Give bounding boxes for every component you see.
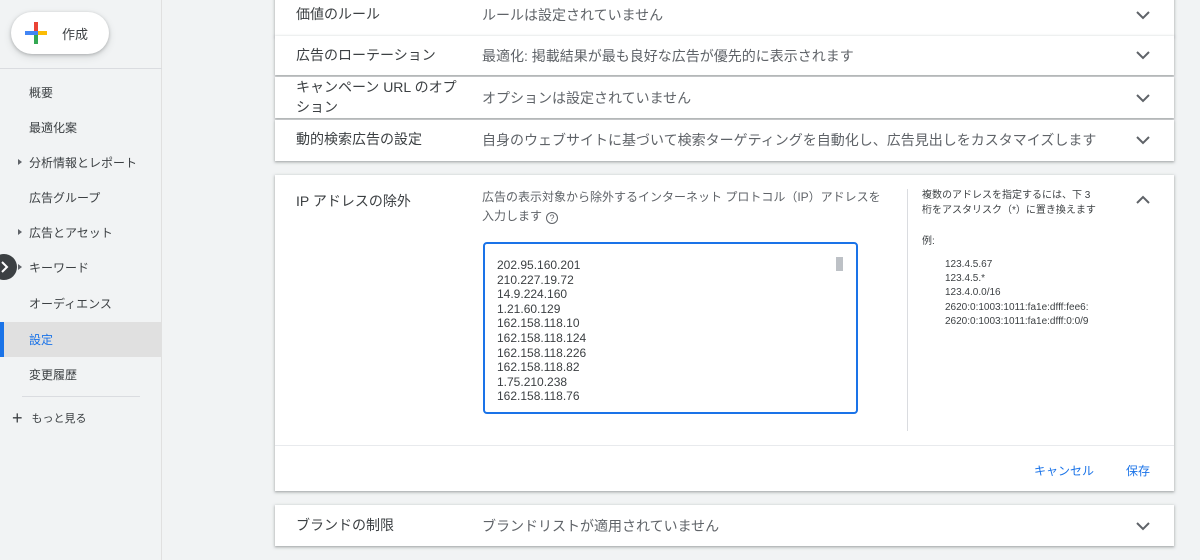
- divider: [907, 189, 908, 431]
- ip-address-line: 162.158.118.82: [497, 360, 580, 375]
- ip-address-line: 162.158.118.10: [497, 316, 580, 331]
- plus-icon: +: [12, 408, 23, 428]
- nav-item-label: 概要: [29, 86, 54, 100]
- setting-row-campaign-url-options[interactable]: キャンペーン URL のオプ ション オプションは設定されていません: [275, 77, 1174, 118]
- setting-value: ルールは設定されていません: [482, 7, 664, 23]
- nav-item-ads-assets[interactable]: 広告とアセット: [0, 215, 162, 250]
- nav-item-label: キーワード: [29, 261, 90, 275]
- nav-item-label: 設定: [29, 333, 54, 347]
- ip-address-line: 162.158.118.226: [497, 345, 587, 360]
- nav-item-overview[interactable]: 概要: [0, 75, 162, 110]
- help-icon[interactable]: ?: [546, 212, 559, 224]
- nav-item-audiences[interactable]: オーディエンス: [0, 286, 162, 321]
- chevron-up-icon[interactable]: [1135, 195, 1151, 205]
- nav-item-ad-groups[interactable]: 広告グループ: [0, 180, 162, 215]
- help-line: 桁をアスタリスク（*）に置き換えます: [922, 205, 1096, 216]
- expand-caret-icon: [18, 264, 22, 270]
- setting-title-line: キャンペーン URL のオプ: [296, 79, 457, 95]
- show-more-button[interactable]: + もっと見る: [12, 406, 87, 430]
- description-line: 広告の表示対象から除外するインターネット プロトコル（IP）アドレスを: [482, 190, 881, 204]
- show-more-label: もっと見る: [31, 413, 87, 425]
- setting-title: 動的検索広告の設定: [296, 131, 422, 147]
- example-item: 2620:0:1003:1011:fa1e:dfff:0:0/9: [945, 315, 1119, 329]
- example-item: 123.4.5.*: [945, 272, 1119, 286]
- nav-item-insights-reports[interactable]: 分析情報とレポート: [0, 145, 162, 180]
- ip-address-line: 210.227.19.72: [497, 272, 574, 287]
- chevron-down-icon[interactable]: [1135, 93, 1151, 103]
- example-item: 2620:0:1003:1011:fa1e:dfff:fee6:: [945, 301, 1119, 315]
- cancel-button[interactable]: キャンセル: [1034, 462, 1094, 479]
- nav-item-label: 最適化案: [29, 121, 78, 135]
- expand-caret-icon: [18, 229, 22, 235]
- create-label: 作成: [62, 26, 89, 42]
- setting-value: オプションは設定されていません: [482, 90, 692, 106]
- chevron-down-icon[interactable]: [1135, 50, 1151, 60]
- example-item: 123.4.5.67: [945, 258, 1119, 272]
- setting-row-ad-rotation[interactable]: 広告のローテーション 最適化: 掲載結果が最も良好な広告が優先的に表示されます: [275, 36, 1174, 75]
- chevron-down-icon[interactable]: [1135, 521, 1151, 531]
- help-line: 複数のアドレスを指定するには、下 3: [922, 190, 1091, 201]
- setting-row-dynamic-search-ads[interactable]: 動的検索広告の設定 自身のウェブサイトに基づいて検索ターゲティングを自動化し、広…: [275, 120, 1174, 161]
- nav-item-settings[interactable]: 設定: [0, 322, 162, 357]
- setting-row-brand-restrictions[interactable]: ブランドの制限 ブランドリストが適用されていません: [275, 505, 1174, 546]
- divider: [0, 68, 162, 69]
- chevron-right-icon: [1, 261, 9, 273]
- expand-caret-icon: [18, 159, 22, 165]
- nav-item-label: 分析情報とレポート: [29, 156, 138, 170]
- divider: [22, 396, 140, 397]
- example-list: 123.4.5.67 123.4.5.* 123.4.0.0/16 2620:0…: [945, 258, 1119, 329]
- example-item: 123.4.0.0/16: [945, 286, 1119, 300]
- create-button[interactable]: 作成: [11, 12, 109, 54]
- nav-item-keywords[interactable]: キーワード: [0, 250, 162, 285]
- ip-address-line: 14.9.224.160: [497, 287, 568, 302]
- chevron-down-icon[interactable]: [1135, 10, 1151, 20]
- ip-address-line: 162.158.118.124: [497, 330, 587, 345]
- example-label: 例:: [922, 236, 935, 247]
- nav-item-recommendations[interactable]: 最適化案: [0, 110, 162, 145]
- setting-value: ブランドリストが適用されていません: [482, 518, 720, 534]
- ip-address-line: 202.95.160.201: [497, 258, 581, 272]
- ip-exclusion-panel: IP アドレスの除外 広告の表示対象から除外するインターネット プロトコル（IP…: [275, 175, 1174, 491]
- nav-item-change-history[interactable]: 変更履歴: [0, 357, 162, 392]
- setting-value: 自身のウェブサイトに基づいて検索ターゲティングを自動化し、広告見出しをカスタマイ…: [482, 132, 1097, 148]
- chevron-down-icon[interactable]: [1135, 135, 1151, 145]
- setting-row-value-rules[interactable]: 価値のルール ルールは設定されていません: [275, 0, 1174, 36]
- ip-address-line: 162.158.118.76: [497, 389, 580, 404]
- description-line: 入力します: [482, 209, 543, 223]
- ip-address-textarea[interactable]: 202.95.160.201 210.227.19.72 14.9.224.16…: [483, 242, 858, 414]
- ip-address-line: 1.75.210.238: [497, 374, 568, 389]
- scrollbar-thumb[interactable]: [836, 257, 843, 271]
- setting-title-line: ション: [296, 99, 338, 115]
- setting-title: 価値のルール: [296, 6, 380, 22]
- ip-help-text: 複数のアドレスを指定するには、下 3 桁をアスタリスク（*）に置き換えます: [922, 188, 1122, 218]
- ip-exclusion-title: IP アドレスの除外: [296, 193, 411, 209]
- plus-icon: [25, 22, 47, 44]
- setting-value: 最適化: 掲載結果が最も良好な広告が優先的に表示されます: [482, 48, 854, 64]
- nav-item-label: 変更履歴: [29, 368, 78, 382]
- divider: [275, 445, 1174, 446]
- nav-item-label: 広告グループ: [29, 191, 101, 205]
- nav-item-label: オーディエンス: [29, 297, 112, 311]
- setting-title: 広告のローテーション: [296, 47, 436, 63]
- left-nav: 作成 概要 最適化案 分析情報とレポート 広告グループ 広告とアセット キーワー…: [0, 0, 162, 560]
- setting-title: ブランドの制限: [296, 517, 394, 533]
- nav-item-label: 広告とアセット: [29, 226, 113, 240]
- ip-address-line: 1.21.60.129: [497, 301, 561, 316]
- ip-exclusion-description: 広告の表示対象から除外するインターネット プロトコル（IP）アドレスを 入力しま…: [482, 188, 900, 226]
- save-button[interactable]: 保存: [1126, 462, 1150, 479]
- setting-title: キャンペーン URL のオプ ション: [296, 77, 466, 117]
